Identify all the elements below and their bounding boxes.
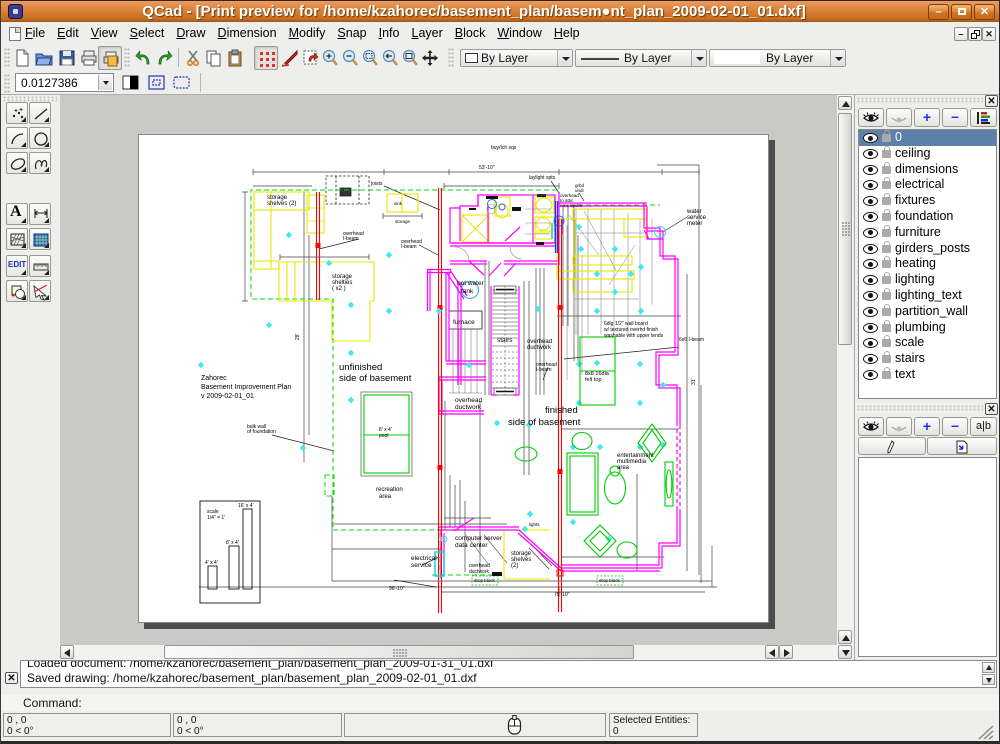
svg-text:pool: pool (379, 433, 388, 439)
svg-text:joists: joists (370, 181, 383, 187)
svg-text:unfinished: unfinished (339, 362, 382, 373)
svg-text:8' x 4': 8' x 4' (226, 540, 239, 546)
svg-text:( x2 ): ( x2 ) (332, 286, 346, 292)
svg-text:v 2009-02-01_01: v 2009-02-01_01 (201, 393, 254, 400)
svg-text:1/4" = 1': 1/4" = 1' (207, 515, 225, 521)
svg-text:furnace: furnace (453, 319, 475, 326)
svg-text:overhead: overhead (455, 397, 482, 404)
svg-text:ductwork: ductwork (469, 569, 490, 575)
svg-text:electrical: electrical (411, 555, 437, 562)
svg-text:sink: sink (394, 201, 403, 206)
svg-text:ductwork: ductwork (455, 404, 482, 411)
svg-text:I-beam: I-beam (536, 367, 552, 373)
svg-text:undr: undr (575, 188, 585, 193)
svg-text:meter: meter (687, 221, 702, 227)
svg-text:service: service (411, 562, 432, 569)
svg-text:16' x 4': 16' x 4' (238, 503, 254, 509)
svg-text:28': 28' (295, 333, 301, 340)
svg-text:96'-10": 96'-10" (389, 586, 405, 592)
svg-text:tank: tank (461, 288, 474, 295)
svg-text:computer server: computer server (455, 535, 503, 542)
svg-text:washable with upper tends: washable with upper tends (604, 333, 664, 339)
svg-text:side of basement: side of basement (508, 417, 581, 428)
svg-text:area: area (617, 465, 630, 471)
svg-text:area: area (379, 494, 392, 500)
svg-text:ductwork: ductwork (527, 345, 552, 351)
svg-text:shelves (2): shelves (2) (267, 201, 296, 207)
svg-text:Basement Improvement Plan: Basement Improvement Plan (201, 384, 291, 391)
svg-text:recreation: recreation (376, 487, 403, 493)
svg-text:drop block: drop block (474, 578, 496, 583)
svg-text:I-beam: I-beam (401, 244, 417, 250)
svg-text:stairs: stairs (497, 337, 513, 344)
svg-text:drop block: drop block (599, 578, 621, 583)
svg-text:laylight spts: laylight spts (529, 175, 556, 181)
svg-text:hot water: hot water (457, 280, 485, 287)
svg-text:lights: lights (529, 522, 540, 527)
svg-text:finished: finished (545, 405, 578, 416)
svg-text:Zahorec: Zahorec (201, 375, 227, 382)
svg-text:53'-10": 53'-10" (479, 165, 495, 171)
svg-text:side of basement: side of basement (339, 373, 412, 384)
svg-text:storage: storage (395, 219, 411, 224)
svg-text:data center: data center (455, 542, 488, 549)
svg-text:6x6 I-beam: 6x6 I-beam (679, 337, 704, 343)
svg-text:(2): (2) (511, 563, 518, 569)
svg-text:75'-10": 75'-10" (554, 592, 570, 598)
svg-text:runs upstrs: runs upstrs (560, 203, 583, 208)
svg-text:of foundation: of foundation (247, 429, 276, 435)
svg-text:4' x 4': 4' x 4' (205, 560, 218, 566)
svg-text:felt top: felt top (585, 377, 602, 383)
svg-text:I-beam: I-beam (343, 236, 359, 242)
svg-text:buy/tch sqs: buy/tch sqs (491, 145, 517, 151)
svg-text:31': 31' (691, 378, 697, 385)
